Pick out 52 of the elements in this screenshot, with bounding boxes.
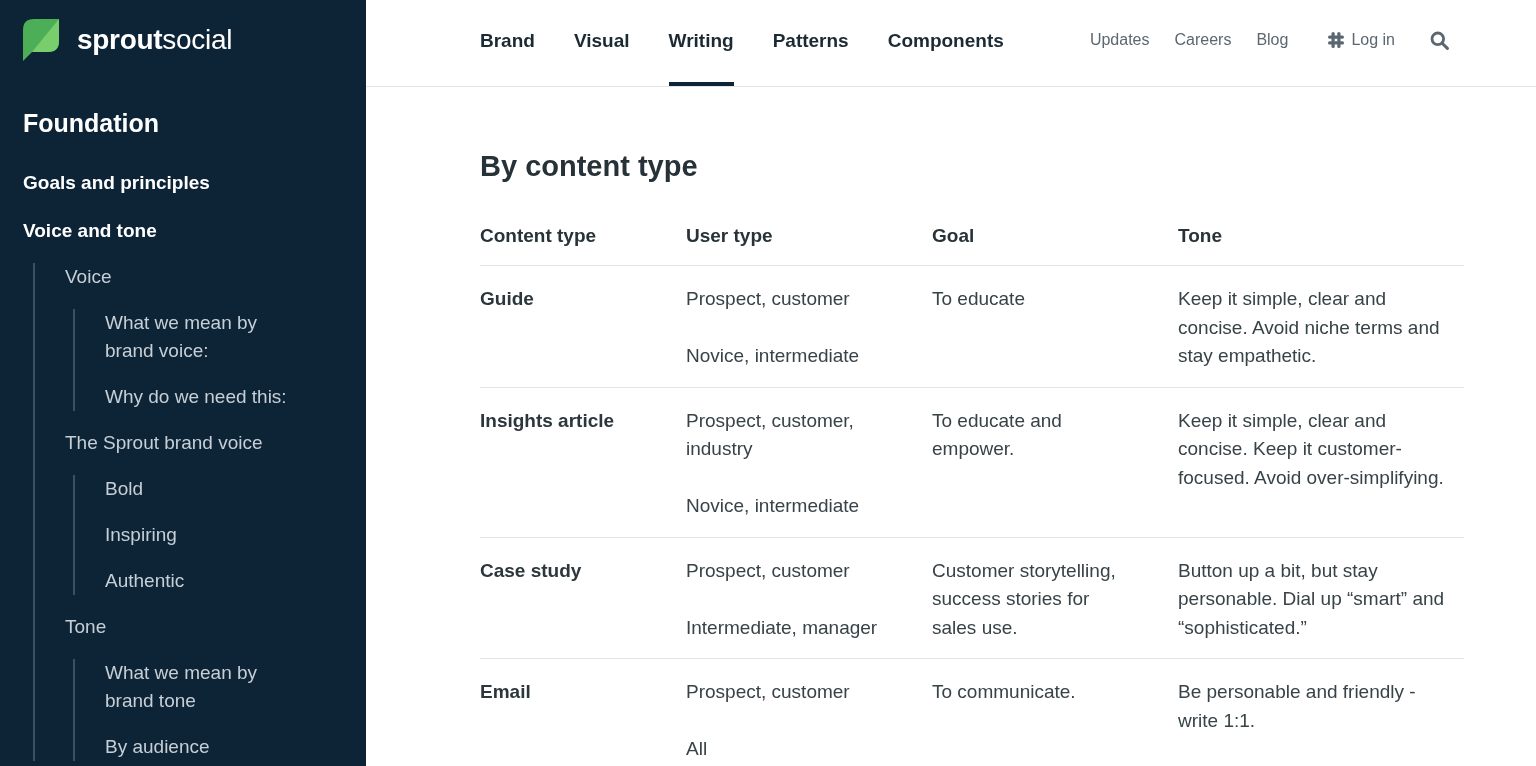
table-cell-text: Customer storytelling, success stories for sales use. <box>932 558 1117 640</box>
sidebar-section-link[interactable]: Goals and principles <box>23 169 210 197</box>
row-header: Insights article <box>480 408 615 433</box>
table-cell-text: Prospect, customer <box>686 287 850 311</box>
column-header: Goal <box>932 224 975 248</box>
search-button[interactable] <box>1430 30 1449 50</box>
leaf-logo-icon <box>23 18 59 61</box>
sidebar-link[interactable]: Authentic <box>105 567 185 595</box>
row-header: Case study <box>480 558 582 583</box>
table-cell-text: Novice, intermediate <box>686 344 860 368</box>
nav-tab[interactable]: Writing <box>668 0 734 86</box>
logo-wordmark: sproutsocial <box>77 23 233 56</box>
table-cell-text: Keep it simple, clear and concise. Avoid niche terms and stay empathetic. <box>1178 287 1441 368</box>
row-header: Guide <box>480 287 534 311</box>
sidebar-link[interactable]: Bold <box>105 475 144 503</box>
hash-icon <box>1327 31 1346 49</box>
table-cell-text: Be personable and friendly - write 1:1. <box>1178 680 1417 733</box>
sidebar-link[interactable]: What we mean by brand voice: <box>105 309 300 365</box>
sidebar-section-link[interactable]: Voice and tone <box>23 217 157 245</box>
nav-tab[interactable]: Components <box>887 0 1004 86</box>
table-cell-text: Prospect, customer, industry <box>686 408 855 461</box>
sidebar-link[interactable]: The Sprout brand voice <box>65 429 263 457</box>
column-header: Tone <box>1178 224 1222 248</box>
header-link[interactable]: Careers <box>1174 31 1232 49</box>
table-cell-text: To communicate. <box>932 680 1076 704</box>
table-cell-text: Intermediate, manager <box>686 615 878 640</box>
column-header: Content type <box>480 224 597 248</box>
table-cell-text: To educate and empower. <box>932 408 1063 461</box>
login-link[interactable]: Log in <box>1327 31 1395 49</box>
sidebar-link[interactable]: By audience <box>105 733 210 761</box>
table-cell-text: Keep it simple, clear and concise. Keep it customer-focused. Avoid over-simplifying. <box>1178 408 1445 490</box>
table-cell-text: To educate <box>932 287 1025 311</box>
row-header: Email <box>480 680 531 704</box>
sidebar-link[interactable]: What we mean by brand tone <box>105 659 300 715</box>
sidebar-link[interactable]: Why do we need this: <box>105 383 287 411</box>
sidebar-heading: Foundation <box>23 108 160 139</box>
sidebar-link[interactable]: Voice <box>65 263 112 291</box>
nav-tab[interactable]: Brand <box>480 0 535 86</box>
table-cell-text: Prospect, customer <box>686 558 850 583</box>
nav-tab[interactable]: Patterns <box>772 0 849 86</box>
sidebar-link[interactable]: Tone <box>65 613 107 641</box>
sidebar-link[interactable]: Inspiring <box>105 521 177 549</box>
table-cell-text: All <box>686 737 708 761</box>
table-cell-text: Prospect, customer <box>686 680 850 704</box>
table-cell-text: Novice, intermediate <box>686 494 860 518</box>
header-link[interactable]: Blog <box>1256 31 1289 49</box>
nav-tab[interactable]: Visual <box>573 0 630 86</box>
section-heading: By content type <box>480 149 698 184</box>
table-cell-text: Button up a bit, but stay personable. Dial up “smart” and “sophisticated.” <box>1178 558 1446 640</box>
header-link[interactable]: Updates <box>1089 31 1150 49</box>
search-icon <box>1430 30 1449 50</box>
column-header: User type <box>686 224 773 248</box>
